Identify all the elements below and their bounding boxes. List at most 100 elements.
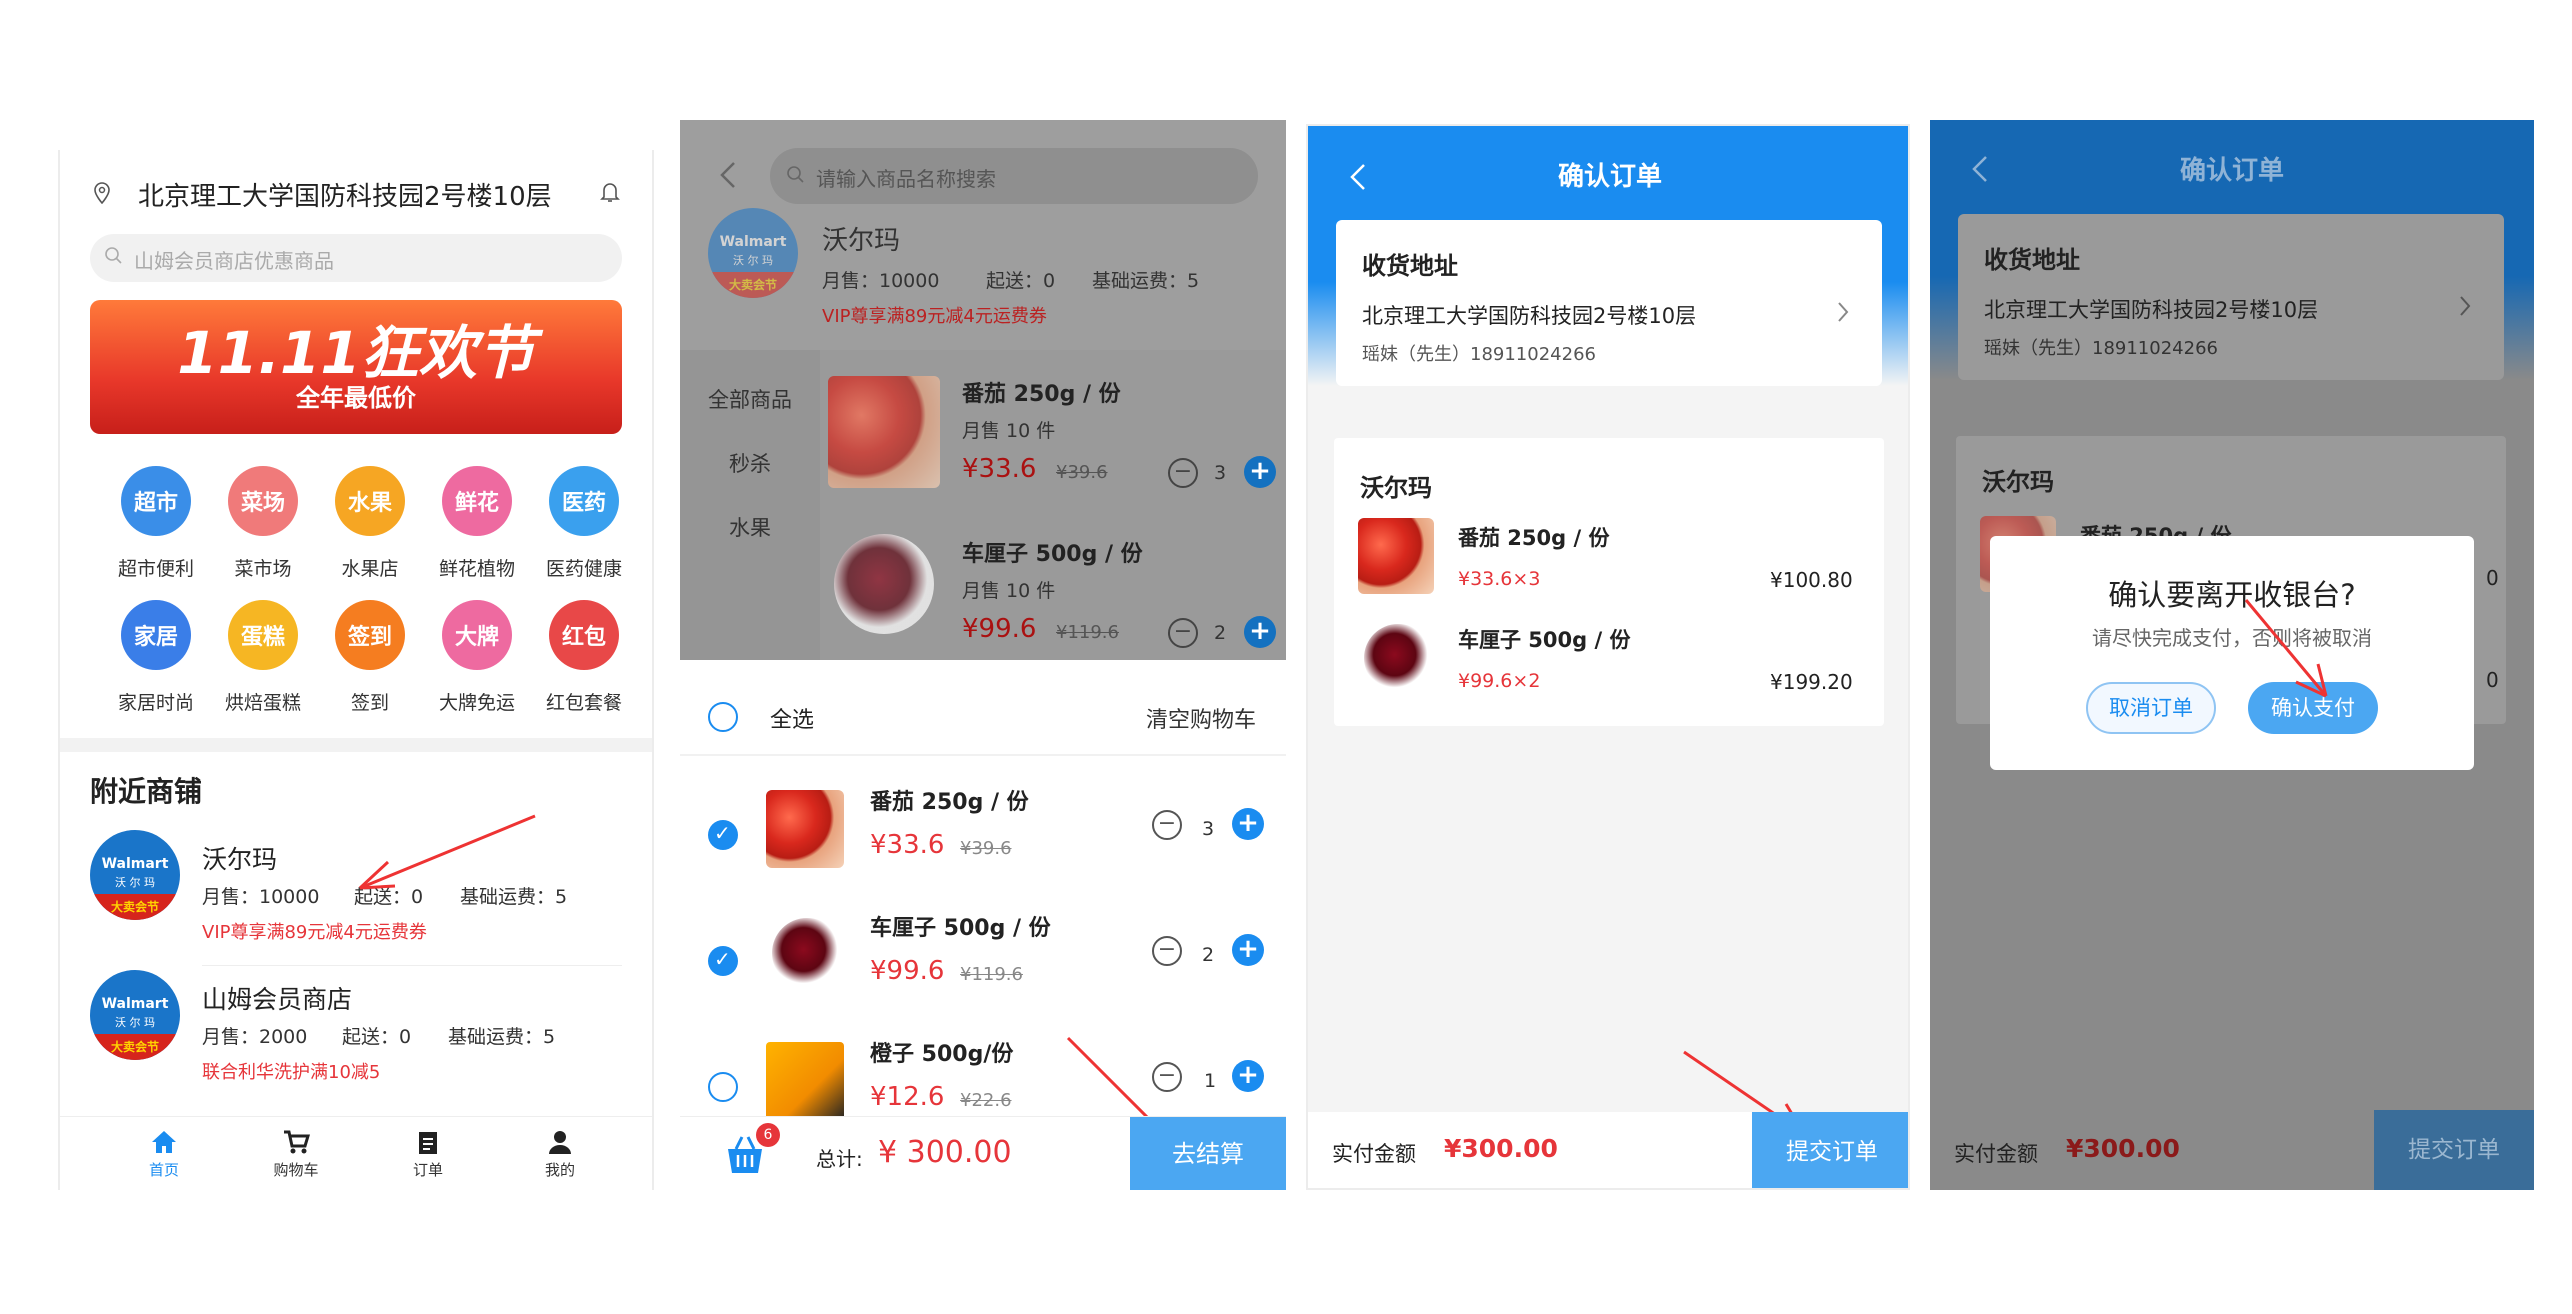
chevron-right-icon [1836,300,1850,328]
category-label: 签到 [350,692,389,714]
search-icon [786,165,806,189]
category-icon[interactable]: 大牌 [442,600,512,670]
cherry-image [1364,624,1432,692]
cart-badge: 6 [756,1123,780,1147]
annotation-arrow [358,814,536,890]
quantity: 3 [1202,818,1215,840]
search-icon [104,246,124,266]
tab-orders[interactable]: 订单 [388,1129,468,1189]
category-label: 家居时尚 [117,692,194,714]
category-label: 水果店 [341,558,399,580]
search-placeholder: 请输入商品名称搜索 [816,167,996,191]
address-text: 北京理工大学国防科技园2号楼10层 [1984,298,2319,322]
category-icon[interactable]: 菜场 [228,466,298,536]
search-input[interactable]: 山姆会员商店优惠商品 [90,234,622,282]
promo-banner[interactable]: 11.11狂欢节 全年最低价 [90,300,622,434]
decrease-button[interactable]: − [1168,618,1198,648]
location-icon [94,182,110,205]
product-price: ¥99.6 [962,614,1037,644]
walmart-logo: Walmart 沃 尔 玛大卖会节 [708,208,798,298]
product-name: 车厘子 500g / 份 [962,542,1143,567]
store-name: 山姆会员商店 [202,985,353,1014]
banner-subtitle: 全年最低价 [296,384,416,412]
decrease-button[interactable]: − [1168,458,1198,488]
store-promo: VIP尊享满89元减4元运费券 [202,922,427,943]
cart-item-price: ¥99.6 [870,956,945,986]
product-sales: 月售 10 件 [962,420,1056,442]
tab-label: 购物车 [273,1161,319,1179]
category-label: 烘焙蛋糕 [224,692,301,714]
increase-button[interactable]: + [1232,1060,1264,1092]
screen-confirm-order: 确认订单 收货地址 北京理工大学国防科技园2号楼10层 瑶妹（先生）189110… [1306,124,1910,1190]
store-promo: 联合利华洗护满10减5 [202,1062,381,1083]
submit-order-button[interactable]: 提交订单 [1752,1112,1908,1188]
contact-text: 瑶妹（先生）18911024266 [1362,344,1596,365]
side-menu-item[interactable]: 全部商品 [680,384,820,414]
checkout-bar: 6 总计: ¥ 300.00 去结算 [680,1116,1286,1190]
decrease-button[interactable]: − [1152,810,1182,840]
cart-item-name: 番茄 250g / 份 [870,790,1029,815]
address-card[interactable]: 收货地址 北京理工大学国防科技园2号楼10层 瑶妹（先生）18911024266 [1336,220,1882,386]
screen-leave-dialog: 确认订单 收货地址 北京理工大学国防科技园2号楼10层 瑶妹（先生）189110… [1930,120,2534,1190]
search-placeholder: 山姆会员商店优惠商品 [134,249,334,273]
store-min: 起送：0 [342,1026,412,1048]
tomato-image [1358,518,1434,594]
increase-button[interactable]: + [1232,934,1264,966]
walmart-logo: Walmart 沃 尔 玛大卖会节 [90,830,180,920]
product-sales: 月售 10 件 [962,580,1056,602]
search-input[interactable]: 请输入商品名称搜索 [770,148,1258,204]
home-icon [152,1131,176,1153]
item-checkbox[interactable] [708,1072,738,1102]
store-promo: VIP尊享满89元减4元运费券 [822,306,1047,327]
address-title: 收货地址 [1362,252,1458,280]
cancel-order-button[interactable]: 取消订单 [2086,682,2216,734]
category-icon[interactable]: 签到 [335,600,405,670]
bell-icon[interactable] [600,180,620,204]
partial-subtotal: 0 [2486,566,2499,590]
tomato-image [828,376,940,488]
item-subtotal: ¥100.80 [1770,568,1853,592]
tab-home[interactable]: 首页 [124,1129,204,1189]
category-icon[interactable]: 医药 [549,466,619,536]
checkout-button[interactable]: 去结算 [1130,1117,1286,1190]
category-icon[interactable]: 家居 [121,600,191,670]
cart-item-price: ¥12.6 [870,1082,945,1112]
cart-item-old-price: ¥119.6 [960,964,1023,985]
select-all-checkbox[interactable] [708,702,738,732]
category-icon[interactable]: 蛋糕 [228,600,298,670]
category-icon[interactable]: 水果 [335,466,405,536]
category-label: 医药健康 [545,558,622,580]
tab-cart[interactable]: 购物车 [256,1129,336,1189]
cherry-image [834,534,934,634]
page-title: 确认订单 [2179,156,2284,186]
pay-label: 实付金额 [1954,1142,2038,1166]
decrease-button[interactable]: − [1152,936,1182,966]
submit-order-button[interactable]: 提交订单 [2374,1110,2534,1190]
category-label: 超市便利 [117,558,194,580]
category-icon[interactable]: 超市 [121,466,191,536]
delivery-address[interactable]: 北京理工大学国防科技园2号楼10层 [138,176,552,213]
increase-button[interactable]: + [1244,456,1276,488]
tab-profile[interactable]: 我的 [520,1129,600,1189]
quantity: 3 [1214,462,1227,484]
store-card[interactable]: Walmart 沃 尔 玛大卖会节 山姆会员商店 月售：2000 起送：0 基础运… [60,960,652,1100]
side-menu-item[interactable]: 水果 [680,512,820,542]
increase-button[interactable]: + [1232,808,1264,840]
store-name: 沃尔玛 [202,845,278,874]
item-checkbox[interactable] [708,946,738,976]
order-items-card: 沃尔玛 番茄 250g / 份 ¥33.6×3 ¥100.80 车厘子 500g… [1334,438,1884,726]
clear-cart-button[interactable]: 清空购物车 [1146,702,1256,734]
increase-button[interactable]: + [1244,616,1276,648]
cart-item-name: 车厘子 500g / 份 [870,916,1051,941]
side-menu-item[interactable]: 秒杀 [680,448,820,478]
category-icon[interactable]: 鲜花 [442,466,512,536]
nearby-title: 附近商铺 [90,775,203,808]
item-checkbox[interactable] [708,820,738,850]
dialog-title: 确认要离开收银台? [2108,578,2356,612]
address-card: 收货地址 北京理工大学国防科技园2号楼10层 瑶妹（先生）18911024266 [1958,214,2504,380]
back-icon[interactable] [718,160,738,190]
partial-subtotal: 0 [2486,668,2499,692]
cart-item-price: ¥33.6 [870,830,945,860]
store-monthly: 月售：10000 [822,270,940,292]
category-icon[interactable]: 红包 [549,600,619,670]
